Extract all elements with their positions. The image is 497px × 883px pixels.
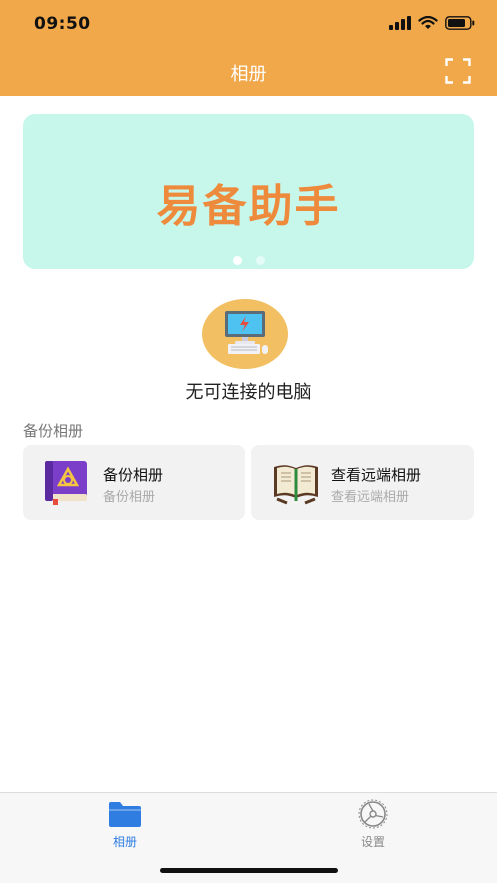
- tab-album[interactable]: 相册: [85, 799, 165, 850]
- wifi-icon: [418, 16, 438, 29]
- page-dot-active: [232, 256, 242, 265]
- settings-icon: [358, 799, 388, 829]
- app-screen: 09:50 相册 易备助手 无可连接的电脑 备份相册 备份相册 备份相册 查看远…: [0, 0, 497, 883]
- tab-label: 相册: [112, 835, 137, 849]
- page-dot: [255, 256, 265, 265]
- home-indicator[interactable]: [160, 868, 338, 873]
- open-book-icon: [274, 465, 318, 505]
- remote-album-card[interactable]: 查看远端相册 查看远端相册: [251, 445, 474, 520]
- banner-page-dots: [0, 256, 497, 265]
- tab-settings[interactable]: 设置: [333, 799, 413, 850]
- header-bar: 09:50 相册: [0, 0, 497, 96]
- page-title: 相册: [230, 64, 267, 85]
- card-title: 查看远端相册: [331, 466, 422, 484]
- signal-icon: [389, 16, 411, 30]
- computer-icon: [202, 299, 288, 369]
- computer-status-text: 无可连接的电脑: [185, 382, 312, 403]
- card-subtitle: 备份相册: [103, 490, 156, 505]
- purple-book-icon: [45, 461, 87, 505]
- section-label: 备份相册: [23, 422, 84, 440]
- banner-text: 易备助手: [156, 181, 341, 232]
- tab-label: 设置: [360, 835, 385, 849]
- status-time: 09:50: [34, 14, 91, 34]
- status-icons: [389, 16, 475, 30]
- folder-icon: [109, 802, 141, 827]
- battery-icon: [445, 16, 475, 30]
- backup-album-card[interactable]: 备份相册 备份相册: [23, 445, 245, 520]
- scan-frame-icon[interactable]: [445, 58, 471, 84]
- card-title: 备份相册: [103, 466, 164, 484]
- card-subtitle: 查看远端相册: [331, 490, 410, 505]
